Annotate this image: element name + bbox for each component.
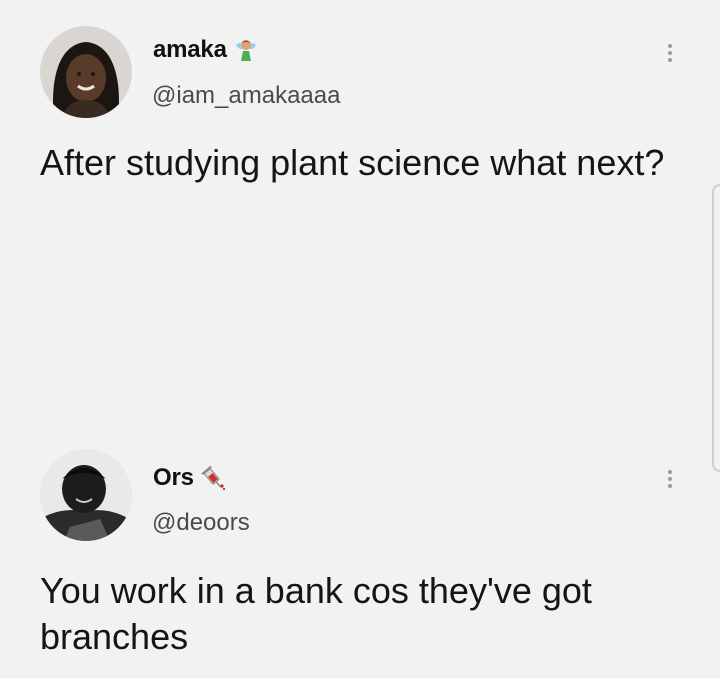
user-handle[interactable]: @deoors (152, 509, 250, 537)
avatar[interactable] (40, 26, 132, 118)
tweet-card[interactable]: Ors @deoors You work in a bank cos they'… (0, 420, 720, 678)
user-handle[interactable]: @iam_amakaaaa (152, 82, 340, 110)
display-name[interactable]: Ors (153, 464, 194, 492)
fairy-emoji-icon (233, 37, 259, 63)
syringe-emoji-icon (200, 465, 226, 491)
user-photo-icon (40, 26, 132, 118)
avatar[interactable] (40, 449, 132, 541)
display-name[interactable]: amaka (153, 36, 227, 64)
more-options-icon[interactable] (660, 38, 680, 68)
tweet-card[interactable]: amaka @iam_amakaaaa After studying plant… (0, 0, 720, 420)
tweet-text: You work in a bank cos they've got branc… (40, 570, 592, 657)
user-photo-icon (40, 449, 132, 541)
more-options-icon[interactable] (660, 464, 680, 494)
edge-scroll-indicator (712, 184, 720, 472)
tweet-text: After studying plant science what next? (40, 142, 665, 183)
